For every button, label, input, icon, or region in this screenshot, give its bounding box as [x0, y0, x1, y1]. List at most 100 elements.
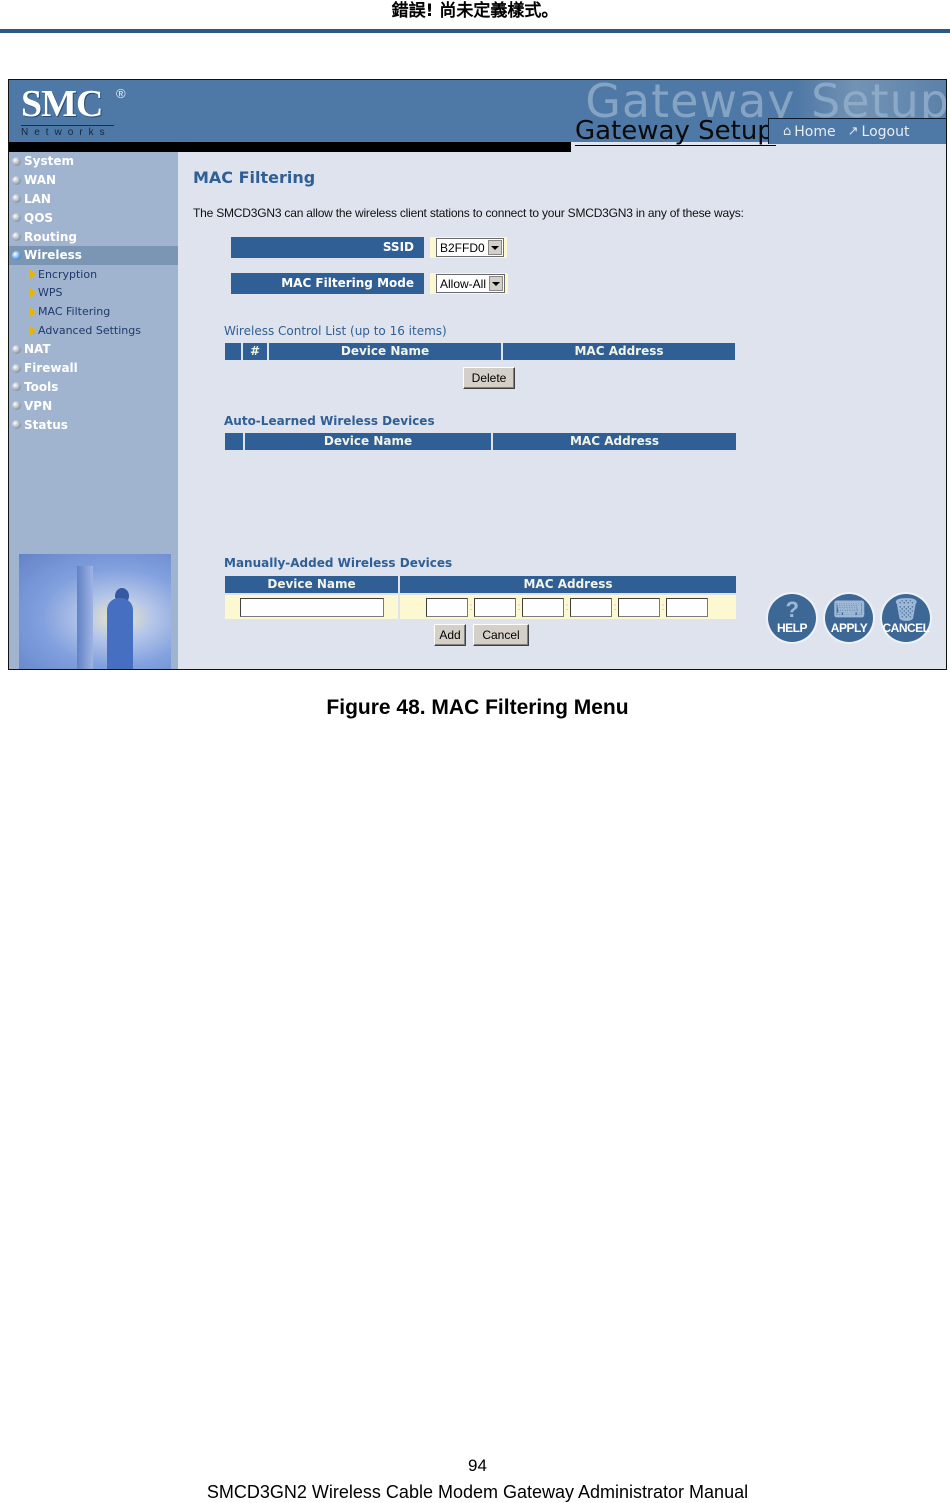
- auto-learned-col-select: [225, 433, 243, 450]
- sidebar-item-qos[interactable]: QOS: [9, 208, 178, 227]
- triangle-right-icon: [30, 306, 36, 317]
- control-list-col-device-name: Device Name: [269, 343, 501, 360]
- bullet-icon: [12, 344, 21, 354]
- delete-button[interactable]: Delete: [463, 367, 515, 389]
- sidebar-item-tools[interactable]: Tools: [9, 378, 178, 397]
- ssid-cell: B2FFD0: [430, 237, 507, 258]
- mac-octet-6-input[interactable]: [666, 597, 708, 617]
- smc-logo: SMC ® Networks: [21, 84, 126, 138]
- action-buttons: ? HELP ⌨ APPLY 🗑 CANCEL: [768, 594, 930, 642]
- header-rule: [0, 29, 950, 33]
- logout-icon: ↗: [847, 124, 859, 139]
- sidebar-item-label: System: [24, 154, 74, 169]
- ssid-select-value: B2FFD0: [440, 240, 485, 255]
- sidebar-subitem-advanced-settings[interactable]: Advanced Settings: [9, 321, 178, 340]
- home-icon: ⌂: [783, 124, 792, 139]
- mode-select-value: Allow-All: [440, 276, 487, 291]
- sidebar-item-status[interactable]: Status: [9, 415, 178, 434]
- apply-button-label: APPLY: [830, 621, 868, 635]
- sidebar-subitem-wps[interactable]: WPS: [9, 284, 178, 303]
- mac-octet-4-input[interactable]: [570, 597, 612, 617]
- sidebar-item-firewall[interactable]: Firewall: [9, 359, 178, 378]
- triangle-right-icon: [30, 269, 36, 280]
- cancel-button[interactable]: 🗑 CANCEL: [882, 594, 930, 642]
- sidebar-item-label: VPN: [24, 398, 53, 413]
- apply-button[interactable]: ⌨ APPLY: [825, 594, 873, 642]
- mac-octet-5-input[interactable]: [618, 597, 660, 617]
- router-ui-screenshot: Gateway Setup SMC ® Networks Gateway Set…: [8, 79, 947, 670]
- control-list-header: # Device Name MAC Address: [225, 343, 735, 360]
- page-title: MAC Filtering: [193, 168, 316, 187]
- device-name-input[interactable]: [240, 597, 384, 617]
- sidebar-item-label: Status: [24, 417, 68, 432]
- cancel-button-label: CANCEL: [882, 621, 931, 635]
- sidebar-subitem-label: MAC Filtering: [38, 305, 111, 319]
- cancel-icon: 🗑: [892, 597, 920, 622]
- auto-learned-header: Device Name MAC Address: [225, 433, 736, 450]
- bullet-icon: [12, 232, 21, 242]
- mac-address-cell: : : : : :: [400, 595, 736, 619]
- figure-caption: Figure 48. MAC Filtering Menu: [326, 696, 629, 719]
- sidebar: System WAN LAN QOS Routing Wireless Encr…: [9, 152, 178, 669]
- bullet-icon: [12, 363, 21, 373]
- home-link[interactable]: ⌂ Home: [783, 124, 836, 140]
- sidebar-subitem-encryption[interactable]: Encryption: [9, 265, 178, 284]
- main-content: MAC Filtering The SMCD3GN3 can allow the…: [178, 152, 946, 669]
- sidebar-subitem-label: Encryption: [38, 267, 98, 281]
- sidebar-item-system[interactable]: System: [9, 152, 178, 171]
- sidebar-item-wireless[interactable]: Wireless: [9, 245, 178, 265]
- apply-icon: ⌨: [833, 597, 865, 622]
- ssid-row: SSID B2FFD0: [231, 237, 507, 258]
- ssid-select[interactable]: B2FFD0: [436, 238, 504, 257]
- photo-door: [77, 566, 93, 669]
- top-links: ⌂ Home ↗ Logout: [768, 118, 946, 144]
- bullet-icon: [12, 250, 21, 260]
- sidebar-item-nat[interactable]: NAT: [9, 340, 178, 359]
- document-footer: SMCD3GN2 Wireless Cable Modem Gateway Ad…: [206, 1482, 749, 1502]
- logo-subtitle: Networks: [21, 127, 111, 138]
- bullet-icon: [12, 156, 21, 166]
- logo-registered: ®: [116, 86, 126, 101]
- bullet-icon: [12, 401, 21, 411]
- intro-text: The SMCD3GN3 can allow the wireless clie…: [193, 206, 744, 220]
- mode-row: MAC Filtering Mode Allow-All: [231, 273, 509, 294]
- sidebar-item-lan[interactable]: LAN: [9, 190, 178, 209]
- sidebar-item-label: Wireless: [24, 248, 82, 263]
- cancel-form-button[interactable]: Cancel: [473, 624, 529, 646]
- document-header: 錯誤! 尚未定義樣式。: [391, 1, 559, 21]
- auto-learned-col-device-name: Device Name: [245, 433, 491, 450]
- mac-octet-3-input[interactable]: [522, 597, 564, 617]
- sidebar-item-wan[interactable]: WAN: [9, 171, 178, 190]
- manual-col-mac-address: MAC Address: [400, 576, 736, 593]
- sidebar-item-label: Tools: [24, 379, 59, 394]
- sidebar-item-routing[interactable]: Routing: [9, 227, 178, 246]
- control-list-col-select: [225, 343, 241, 360]
- mac-octet-1-input[interactable]: [426, 597, 468, 617]
- logout-link[interactable]: ↗ Logout: [848, 124, 910, 140]
- sidebar-item-vpn[interactable]: VPN: [9, 396, 178, 415]
- sidebar-subitem-mac-filtering[interactable]: MAC Filtering: [9, 302, 178, 321]
- auto-learned-title: Auto-Learned Wireless Devices: [224, 414, 435, 428]
- auto-learned-col-mac-address: MAC Address: [493, 433, 736, 450]
- logout-link-label: Logout: [861, 123, 910, 140]
- mode-select[interactable]: Allow-All: [436, 274, 506, 293]
- mode-label: MAC Filtering Mode: [231, 273, 424, 294]
- sidebar-subitem-label: Advanced Settings: [38, 324, 141, 338]
- help-button-label: HELP: [776, 621, 808, 635]
- logo-rule: [21, 125, 114, 126]
- manual-header: Device Name MAC Address: [225, 576, 736, 593]
- chevron-down-icon: [489, 276, 504, 291]
- page-number: 94: [468, 1456, 487, 1475]
- chevron-down-icon: [487, 240, 502, 255]
- sidebar-item-label: NAT: [24, 342, 51, 357]
- triangle-right-icon: [30, 287, 36, 298]
- bullet-icon: [12, 194, 21, 204]
- control-list-title: Wireless Control List (up to 16 items): [224, 324, 447, 338]
- add-button[interactable]: Add: [434, 624, 466, 646]
- mac-octet-2-input[interactable]: [474, 597, 516, 617]
- device-name-cell: [225, 595, 398, 619]
- sidebar-item-label: Firewall: [24, 361, 78, 376]
- sidebar-item-label: LAN: [24, 191, 51, 206]
- help-button[interactable]: ? HELP: [768, 594, 816, 642]
- app-title: Gateway Setup: [575, 116, 776, 146]
